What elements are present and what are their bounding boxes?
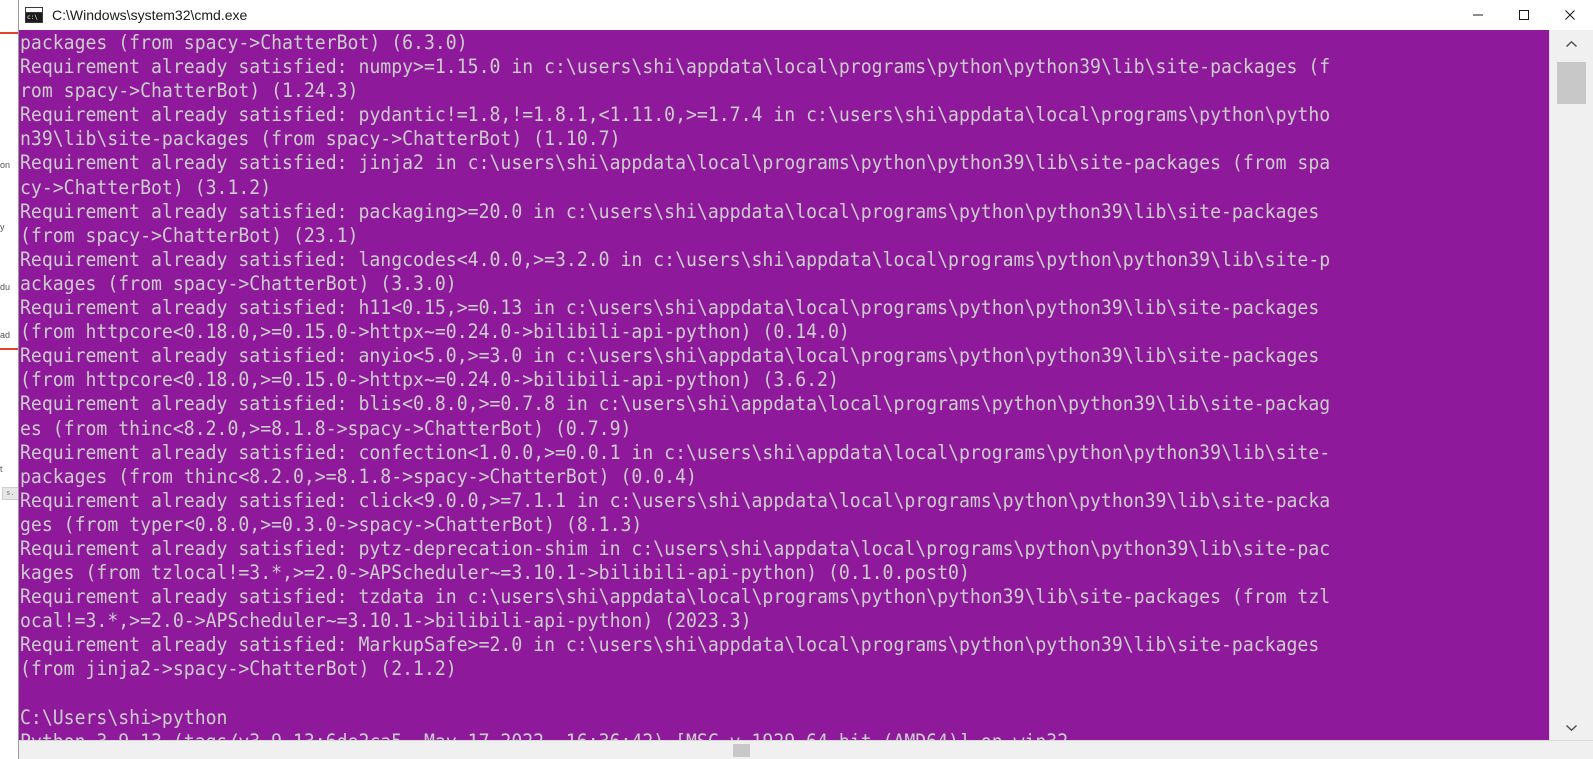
- console-line: Requirement already satisfied: pytz-depr…: [20, 536, 1331, 560]
- minimize-button[interactable]: [1455, 0, 1501, 30]
- background-text-fragment: du: [0, 282, 11, 292]
- console-line: ocal!=3.*,>=2.0->APScheduler~=3.10.1->bi…: [20, 609, 752, 633]
- console-line: kages (from tzlocal!=3.*,>=2.0->APSchedu…: [20, 561, 970, 585]
- title-bar[interactable]: c:\ C:\Windows\system32\cmd.exe: [19, 0, 1593, 31]
- background-text-fragment: on: [0, 160, 11, 170]
- console-line: Requirement already satisfied: click<9.0…: [20, 488, 1331, 512]
- vertical-scrollbar-thumb[interactable]: [1557, 62, 1586, 104]
- close-button[interactable]: [1547, 0, 1593, 30]
- background-text-fragment: y: [0, 222, 5, 232]
- console-line: n39\lib\site-packages (from spacy->Chatt…: [20, 127, 621, 151]
- horizontal-scrollbar[interactable]: [19, 740, 1593, 759]
- console-line: (from jinja2->spacy->ChatterBot) (2.1.2): [20, 657, 457, 681]
- console-line: C:\Users\shi>python: [20, 705, 228, 729]
- background-window[interactable]: on y du ad t s.: [0, 0, 20, 759]
- screen: on y du ad t s. c:\ C:\Windows\system32\…: [0, 0, 1593, 759]
- background-text-fragment: ad: [0, 330, 11, 340]
- console-icon-body: c:\: [26, 13, 42, 22]
- console-line: Requirement already satisfied: MarkupSaf…: [20, 633, 1320, 657]
- console-line: (from httpcore<0.18.0,>=0.15.0->httpx~=0…: [20, 320, 850, 344]
- background-rule-1: [0, 32, 19, 34]
- cmd-window: c:\ C:\Windows\system32\cmd.exe packages…: [19, 0, 1593, 759]
- console-line: Requirement already satisfied: pydantic!…: [20, 103, 1331, 127]
- console-lines: packages (from spacy->ChatterBot) (6.3.0…: [20, 31, 1550, 741]
- console-line: Requirement already satisfied: langcodes…: [20, 247, 1331, 271]
- console-line: ackages (from spacy->ChatterBot) (3.3.0): [20, 271, 457, 295]
- background-text-fragment: t: [0, 464, 3, 474]
- console-icon: c:\: [25, 7, 43, 23]
- window-title: C:\Windows\system32\cmd.exe: [52, 7, 248, 23]
- console-line: Requirement already satisfied: packaging…: [20, 199, 1320, 223]
- console-line: Requirement already satisfied: tzdata in…: [20, 585, 1331, 609]
- console-line: Requirement already satisfied: h11<0.15,…: [20, 296, 1320, 320]
- console-line: (from spacy->ChatterBot) (23.1): [20, 223, 359, 247]
- console-line: ges (from typer<0.8.0,>=0.3.0->spacy->Ch…: [20, 512, 643, 536]
- window-controls: [1455, 0, 1593, 30]
- console-line: Requirement already satisfied: blis<0.8.…: [20, 392, 1331, 416]
- console-line: packages (from thinc<8.2.0,>=8.1.8->spac…: [20, 464, 697, 488]
- vertical-scrollbar[interactable]: [1549, 30, 1593, 741]
- console-line: packages (from spacy->ChatterBot) (6.3.0…: [20, 31, 468, 54]
- console-line: es (from thinc<8.2.0,>=8.1.8->spacy->Cha…: [20, 416, 632, 440]
- console-line: Requirement already satisfied: anyio<5.0…: [20, 344, 1320, 368]
- maximize-button[interactable]: [1501, 0, 1547, 30]
- background-rule-2: [0, 348, 19, 350]
- console-line: rom spacy->ChatterBot) (1.24.3): [20, 79, 359, 103]
- horizontal-scrollbar-thumb[interactable]: [733, 744, 750, 757]
- scroll-down-arrow-icon[interactable]: [1550, 713, 1593, 741]
- console-line: Requirement already satisfied: jinja2 in…: [20, 151, 1331, 175]
- scroll-up-arrow-icon[interactable]: [1550, 30, 1593, 58]
- console-line: Requirement already satisfied: confectio…: [20, 440, 1331, 464]
- console-line: cy->ChatterBot) (3.1.2): [20, 175, 272, 199]
- console-line: (from httpcore<0.18.0,>=0.15.0->httpx~=0…: [20, 368, 839, 392]
- background-chip: s.: [2, 487, 19, 500]
- console-output[interactable]: packages (from spacy->ChatterBot) (6.3.0…: [19, 30, 1550, 741]
- console-line: Requirement already satisfied: numpy>=1.…: [20, 55, 1331, 79]
